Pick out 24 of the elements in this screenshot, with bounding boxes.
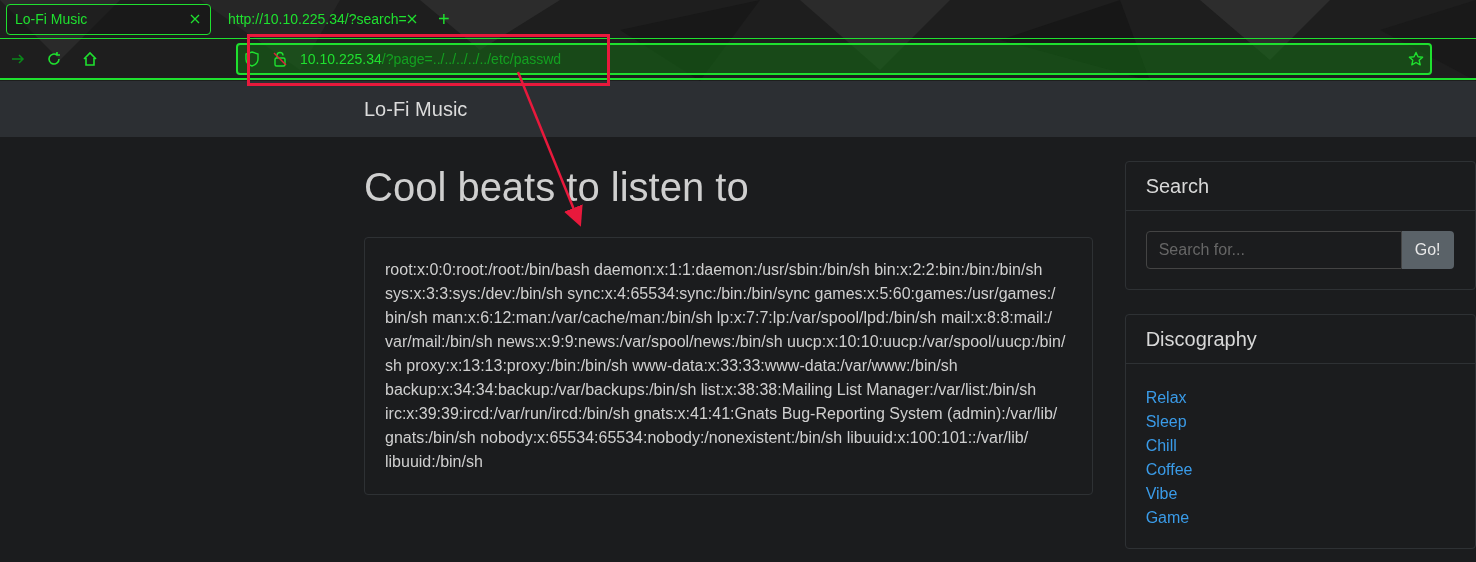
album-link[interactable]: Chill: [1145, 434, 1177, 458]
new-tab-button[interactable]: +: [432, 7, 456, 31]
album-link[interactable]: Sleep: [1145, 410, 1187, 434]
go-button[interactable]: Go!: [1401, 231, 1454, 269]
reload-icon[interactable]: [46, 50, 62, 67]
address-bar[interactable]: 10.10.225.34/?page=../../../../../etc/passwd: [236, 42, 1432, 75]
close-icon[interactable]: [190, 14, 200, 24]
page-heading: Cool beats to listen to: [364, 164, 750, 211]
card-title: Search: [1145, 175, 1210, 197]
search-field[interactable]: Search for...: [1145, 231, 1402, 269]
shield-icon[interactable]: [244, 50, 260, 67]
album-link[interactable]: Coffee: [1145, 458, 1193, 482]
file-content: root:x:0:0:root:/root:/bin/bash daemon:x:1:1:daemon:/usr/sbin:/bin/sh bin:x:2:2:bin:/bin:/bin/sh sys:x:3:3:sys:/dev:/bin/sh sync:x:4:65534:sync:/bin:/bin/sync games:x:5:60:games:/usr/games:/bin/sh man:x:6:12:man:/var/cache/man:/bin/sh lp:x:7:7:lp:/var/spool/lpd:/bin/sh mail:x:8:8:mail:/var/mail:/bin/sh news:x:9:9:news:/var/spool/news:/bin/sh uucp:x:10:10:uucp:/var/spool/uucp:/bin/sh proxy:x:13:13:proxy:/bin:/bin/sh www-data:x:33:33:www-data:/var/www:/bin/sh backup:x:34:34:backup:/var/backups:/bin/sh list:x:38:38:Mailing List Manager:/var/list:/bin/sh irc:x:39:39:ircd:/var/run/ircd:/bin/sh gnats:x:41:41:Gnats Bug-Reporting System (admin):/var/lib/gnats:/bin/sh nobody:x:65534:65534:nobody:/nonexistent:/bin/sh libuuid:x:100:101::/var/lib/libuuid:/bin/sh: [385, 260, 1067, 472]
star-icon[interactable]: [1408, 50, 1424, 67]
album-link[interactable]: Vibe: [1145, 482, 1178, 506]
browser-tab[interactable]: http://10.10.225.34/?search=: [219, 3, 424, 35]
album-link[interactable]: Relax: [1145, 386, 1187, 410]
site-brand[interactable]: Lo-Fi Music: [364, 97, 468, 120]
card-title: Discography: [1145, 328, 1257, 350]
home-icon[interactable]: [82, 50, 98, 67]
browser-tab[interactable]: Lo-Fi Music: [6, 3, 211, 35]
crossed-lock-icon[interactable]: [272, 50, 288, 67]
album-link[interactable]: Game: [1145, 506, 1190, 530]
close-icon[interactable]: [406, 14, 417, 24]
